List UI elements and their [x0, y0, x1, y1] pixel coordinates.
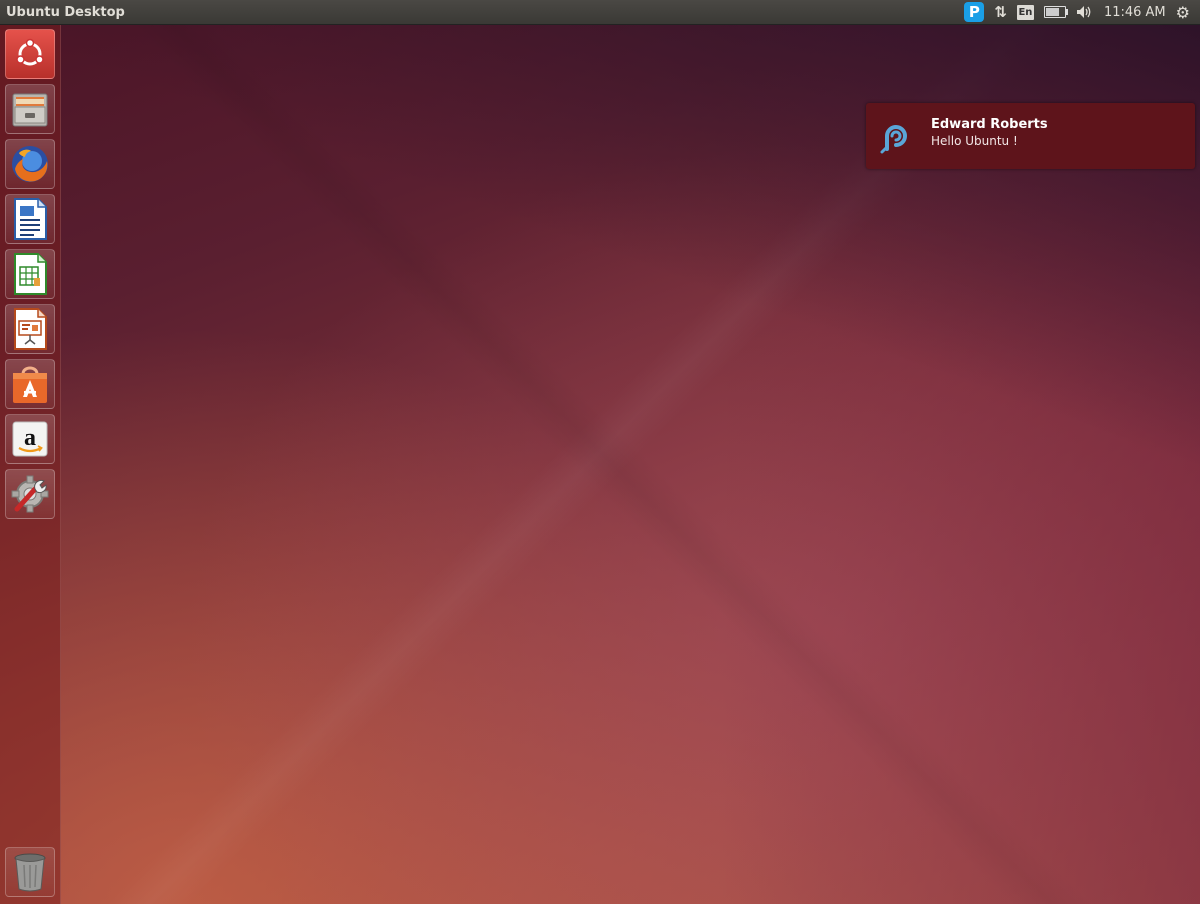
window-title: Ubuntu Desktop — [6, 4, 125, 20]
file-cabinet-icon — [12, 93, 48, 127]
launcher-item-writer[interactable] — [5, 194, 55, 244]
speaker-icon — [1076, 6, 1091, 18]
launcher: a — [0, 25, 61, 904]
battery-indicator[interactable] — [1043, 0, 1068, 24]
clock-indicator[interactable]: 11:46 AM — [1104, 0, 1166, 24]
notification-body: Hello Ubuntu ! — [931, 134, 1018, 148]
network-arrows-icon: ⇅ — [994, 3, 1007, 21]
launcher-item-software-center[interactable] — [5, 359, 55, 409]
battery-icon — [1043, 6, 1068, 18]
gear-icon: ⚙ — [1175, 2, 1190, 22]
firefox-icon — [12, 146, 48, 182]
ubuntu-logo-icon — [16, 38, 44, 66]
launcher-item-dash[interactable] — [5, 29, 55, 79]
svg-text:a: a — [24, 425, 36, 451]
amazon-icon: a — [12, 421, 48, 457]
top-panel: Ubuntu Desktop P ⇅ En 11:46 AM ⚙ — [0, 0, 1200, 25]
clock: 11:46 AM — [1103, 4, 1166, 20]
launcher-item-amazon[interactable]: a — [5, 414, 55, 464]
pushbullet-icon: P — [964, 2, 985, 22]
writer-icon — [14, 198, 47, 240]
launcher-item-files[interactable] — [5, 84, 55, 134]
launcher-item-trash[interactable] — [5, 847, 55, 897]
launcher-item-settings[interactable] — [5, 469, 55, 519]
keyboard-indicator[interactable]: En — [1016, 0, 1034, 24]
calc-icon — [14, 253, 47, 295]
keyboard-layout-icon: En — [1016, 4, 1034, 20]
launcher-item-firefox[interactable] — [5, 139, 55, 189]
session-indicator[interactable]: ⚙ — [1176, 0, 1196, 24]
indicator-area: P ⇅ En 11:46 AM ⚙ — [964, 0, 1200, 24]
pushbullet-indicator[interactable]: P — [964, 0, 985, 24]
impress-icon — [14, 308, 47, 350]
notification-bubble[interactable]: Edward Roberts Hello Ubuntu ! — [866, 103, 1195, 169]
settings-wrench-icon — [11, 475, 49, 513]
sound-indicator[interactable] — [1076, 0, 1094, 24]
launcher-item-calc[interactable] — [5, 249, 55, 299]
trash-icon — [14, 853, 46, 892]
pushbullet-pin-icon — [880, 125, 907, 154]
notification-title: Edward Roberts — [931, 117, 1048, 132]
network-indicator[interactable]: ⇅ — [994, 0, 1007, 24]
software-center-icon — [13, 366, 47, 403]
launcher-item-impress[interactable] — [5, 304, 55, 354]
